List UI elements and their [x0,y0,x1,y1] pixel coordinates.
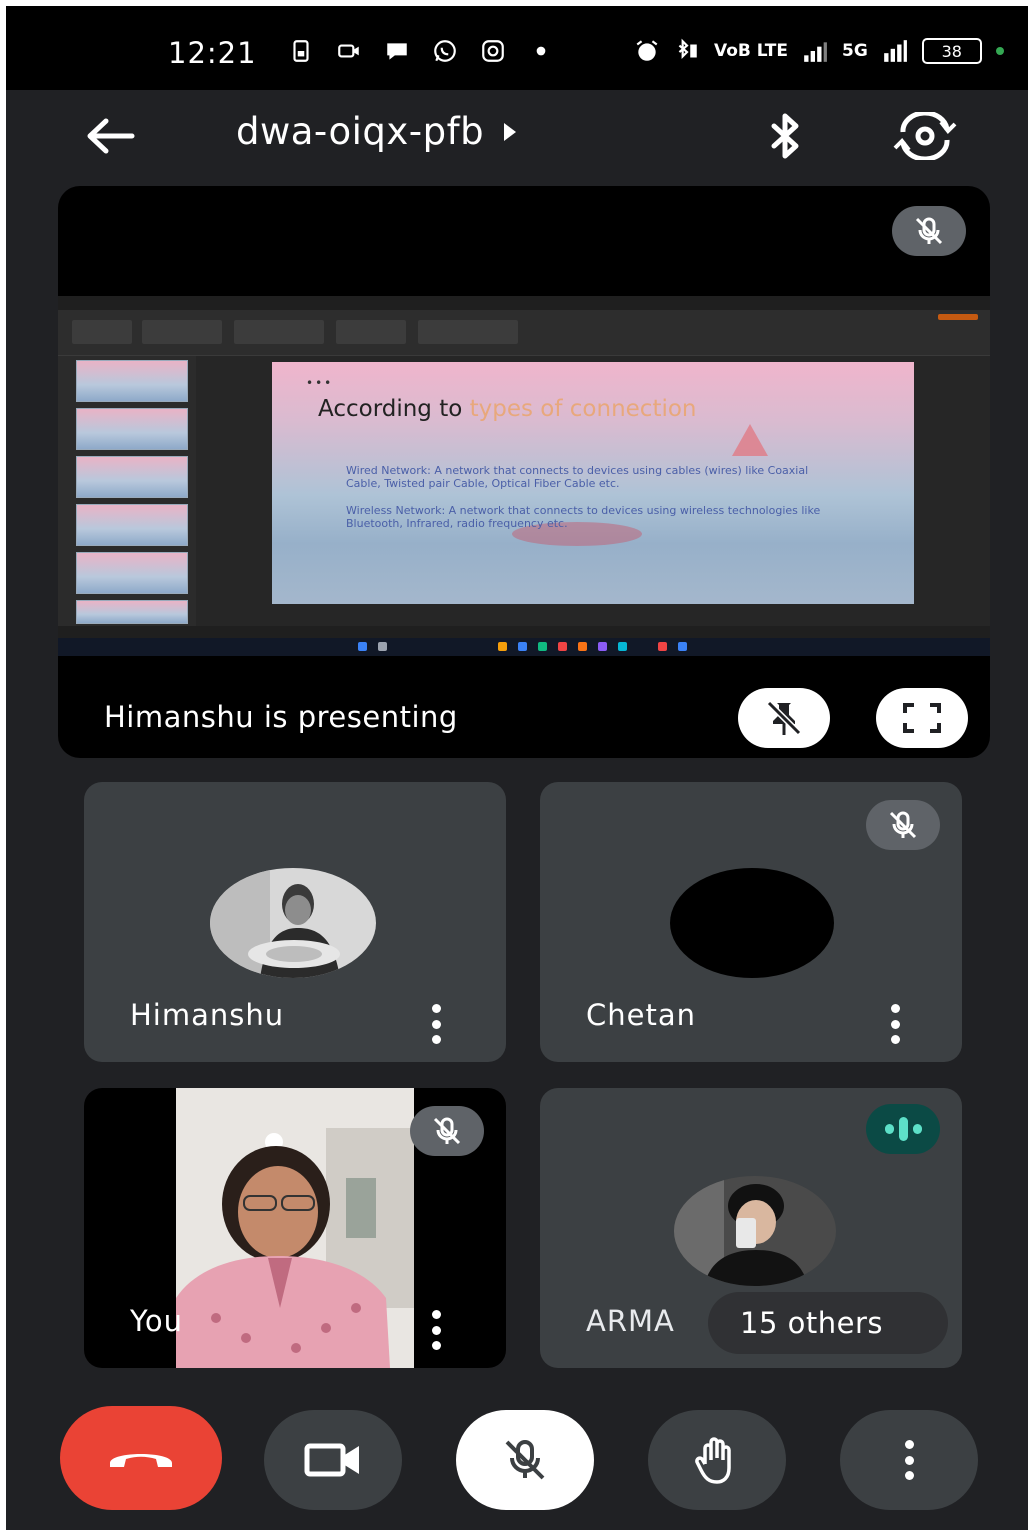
participant-tile-you[interactable]: You [84,1088,506,1368]
powerpoint-statusbar [58,626,990,638]
bluetooth-icon [771,113,799,159]
muted-badge [410,1106,484,1156]
dot-icon [536,46,546,56]
presenter-label: Himanshu is presenting [104,700,458,734]
participant-tile-himanshu[interactable]: Himanshu [84,782,506,1062]
slide-thumbnails [66,360,196,628]
raise-hand-icon [695,1437,731,1484]
video-call-icon [338,44,359,58]
battery-level: 38 [941,41,962,61]
slide-thumbnail [76,600,188,624]
presenter-muted-badge [892,206,966,256]
avatar [674,1176,836,1286]
meeting-code-text: dwa-oiqx-pfb [236,110,485,153]
participant-name: Chetan [586,998,696,1032]
meeting-app-bar: dwa-oiqx-pfb [6,90,1028,182]
network-label: VoB LTE [714,41,789,61]
fullscreen-button[interactable] [876,688,968,748]
mic-off-icon [433,1117,461,1145]
participant-tile-chetan[interactable]: Chetan [540,782,962,1062]
speaking-indicator-icon [866,1104,940,1154]
slide-bullet-1: Wired Network: A network that connects t… [346,464,809,490]
sim-card-icon [293,40,309,62]
meeting-code[interactable]: dwa-oiqx-pfb [236,110,518,153]
whatsapp-icon [434,40,456,62]
participant-tile-others[interactable]: ARMA 15 others [540,1088,962,1368]
self-video-frame [176,1088,414,1368]
privacy-indicator-icon [995,47,1004,55]
slide-decoration: ••• [306,376,334,390]
end-call-icon [110,1454,172,1467]
slide-thumbnail [76,360,188,402]
system-icons: VoB LTE 5G 38 [634,38,1004,64]
slide-thumbnail [76,504,188,546]
powerpoint-titlebar [58,296,990,310]
back-arrow-icon [87,118,135,154]
powerpoint-ribbon [58,310,990,356]
play-triangle-icon [504,122,517,141]
unpin-button[interactable] [738,688,830,748]
more-options-icon [900,1440,918,1480]
current-slide: ••• According to types of connection Wir… [272,362,914,604]
avatar-photo [674,1176,836,1286]
raise-hand-button[interactable] [648,1410,786,1510]
muted-badge [866,800,940,850]
fullscreen-icon [903,703,941,733]
self-video [176,1088,414,1368]
battery-icon: 38 [921,38,982,64]
camera-icon [304,1443,359,1477]
avatar [210,868,376,978]
flip-camera-icon [893,112,957,160]
mic-off-icon [915,217,943,245]
signal-5g-icon [883,40,907,62]
status-time: 12:21 [168,36,257,70]
signal-5g-label: 5G [842,41,868,61]
more-options-button[interactable] [840,1410,978,1510]
slide-thumbnail [76,408,188,450]
mic-off-icon [505,1440,545,1480]
slide-bullet-2: Wireless Network: A network that connect… [346,504,821,530]
mic-off-icon [889,811,917,839]
chat-icon [387,43,407,60]
camera-toggle-button[interactable] [264,1410,402,1510]
shared-screen: ••• According to types of connection Wir… [58,296,990,656]
avatar [670,868,834,978]
unpin-icon [766,700,802,736]
back-button[interactable] [78,108,142,164]
alarm-icon [636,40,658,61]
presentation-tile[interactable]: ••• According to types of connection Wir… [58,186,990,758]
mic-toggle-button[interactable] [456,1410,594,1510]
slide-thumbnail [76,456,188,498]
notification-icons [288,38,554,64]
avatar-photo [210,868,376,978]
switch-camera-button[interactable] [890,108,960,164]
participant-name: Himanshu [130,998,285,1032]
more-options-icon[interactable] [886,1004,904,1044]
participant-name: You [130,1304,183,1338]
bluetooth-vibrate-icon [678,38,697,60]
warning-sign-icon [732,424,768,456]
instagram-icon [482,40,504,62]
others-count: 15 others [740,1306,883,1340]
slide-title-highlight: types of connection [469,396,697,422]
slide-title-prefix: According to [318,396,463,422]
others-count-pill[interactable]: 15 others [708,1292,948,1354]
status-bar: 12:21 VoB LTE 5G 38 [6,6,1028,90]
slide-thumbnail [76,552,188,594]
phone-screen: 12:21 VoB LTE 5G 38 dwa-oiqx-pfb ••• Acc… [6,6,1028,1530]
windows-taskbar [58,638,990,656]
audio-output-button[interactable] [758,108,814,164]
more-options-icon[interactable] [427,1004,445,1044]
participant-name: ARMA [586,1304,675,1338]
more-options-icon[interactable] [427,1310,445,1350]
signal-icon [804,42,827,62]
end-call-button[interactable] [60,1406,222,1510]
slide-canvas: ••• According to types of connection Wir… [196,356,990,626]
slide-title: According to types of connection [318,396,697,422]
